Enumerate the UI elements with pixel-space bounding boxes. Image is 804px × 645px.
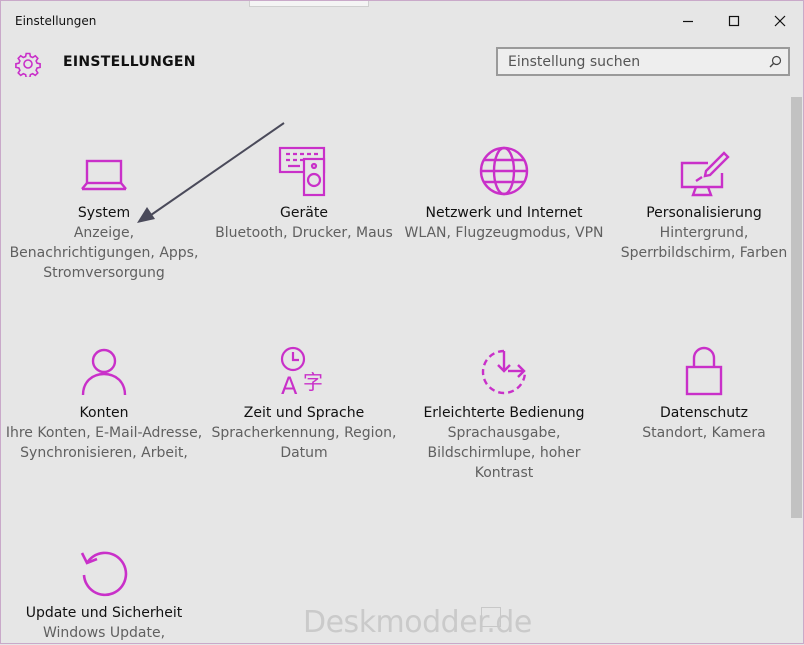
tile-description: Spracherkennung, Region, Datum (211, 425, 397, 461)
svg-text:A: A (281, 372, 298, 397)
svg-text:字: 字 (303, 370, 323, 394)
close-icon (774, 15, 786, 27)
maximize-icon (728, 15, 740, 27)
close-button[interactable] (757, 1, 803, 41)
tile-label: Geräte (280, 205, 328, 221)
tile-ease-of-access[interactable]: Erleichterte Bedienung Sprachausgabe, Bi… (404, 337, 604, 483)
globe-icon (479, 146, 529, 196)
tile-time-language[interactable]: A字 Zeit und Sprache Spracherkennung, Reg… (204, 337, 404, 463)
tile-label: Netzwerk und Internet (425, 205, 583, 221)
tile-description: Sprachausgabe, Bildschirmlupe, hoher Kon… (427, 425, 581, 481)
tile-description: Standort, Kamera (642, 425, 766, 441)
tile-description: Anzeige, Benachrichtigungen, Apps, Strom… (9, 225, 199, 281)
search-input[interactable] (498, 49, 758, 74)
tile-description: WLAN, Flugzeugmodus, VPN (404, 225, 604, 241)
page-title: EINSTELLUNGEN (63, 54, 196, 70)
tile-label: Update und Sicherheit (25, 605, 183, 621)
update-icon (80, 551, 128, 597)
person-icon (81, 348, 127, 396)
tile-update-security[interactable]: Update und Sicherheit Windows Update, (4, 537, 204, 643)
search-box[interactable] (496, 47, 790, 76)
tile-system[interactable]: System Anzeige, Benachrichtigungen, Apps… (4, 137, 204, 283)
tile-devices[interactable]: Geräte Bluetooth, Drucker, Maus (204, 137, 404, 243)
minimize-icon (683, 20, 693, 23)
gear-icon (15, 52, 41, 77)
tile-label: Personalisierung (646, 205, 762, 221)
devices-icon (278, 146, 326, 197)
tile-accounts[interactable]: Konten Ihre Konten, E-Mail-Adresse, Sync… (4, 337, 204, 463)
watermark-edit-icon (481, 607, 501, 627)
tile-description: Hintergrund, Sperrbildschirm, Farben (620, 225, 788, 261)
window-title: Einstellungen (15, 14, 97, 28)
maximize-button[interactable] (711, 1, 757, 41)
tile-label: Erleichterte Bedienung (423, 405, 585, 421)
tile-network[interactable]: Netzwerk und Internet WLAN, Flugzeugmodu… (404, 137, 604, 243)
tile-personalization[interactable]: Personalisierung Hintergrund, Sperrbilds… (604, 137, 804, 263)
tile-label: Datenschutz (660, 405, 748, 421)
settings-window: Einstellungen EINSTELLUNGEN Einstellung … (0, 0, 804, 644)
settings-header: EINSTELLUNGEN (1, 41, 803, 85)
laptop-icon (81, 159, 127, 191)
search-icon[interactable] (769, 55, 782, 68)
tile-label: System (77, 205, 131, 221)
ease-of-access-icon (481, 349, 527, 395)
tile-description: Ihre Konten, E-Mail-Adresse, Synchronisi… (5, 425, 203, 461)
lock-icon (685, 346, 723, 396)
title-bar[interactable]: Einstellungen (1, 1, 803, 41)
tile-description: Bluetooth, Drucker, Maus (215, 225, 393, 241)
personalize-icon (680, 151, 730, 197)
tile-label: Konten (79, 405, 129, 421)
tile-privacy[interactable]: Datenschutz Standort, Kamera (604, 337, 804, 443)
tile-label: Zeit und Sprache (243, 405, 365, 421)
minimize-button[interactable] (665, 1, 711, 41)
tile-description: Windows Update, (42, 625, 166, 641)
time-language-icon: A字 (280, 346, 323, 397)
